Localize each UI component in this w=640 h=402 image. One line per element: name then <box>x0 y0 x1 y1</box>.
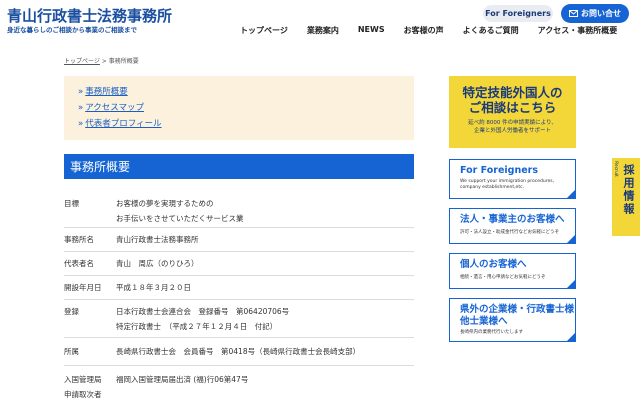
info-value: お客様の夢を実現するための お手伝いをさせていただくサービス業 <box>116 199 244 223</box>
submenu-item-access-map[interactable]: アクセスマップ <box>78 100 414 116</box>
contact-button-label: お問い合せ <box>581 9 621 18</box>
banner-title: 個人のお客様へ <box>460 259 527 270</box>
banner-line: 特定技能外国人の <box>462 85 563 100</box>
specified-skills-banner[interactable]: 特定技能外国人の ご相談はこちら 延べ約 8000 件の申請実績により、 企業と… <box>449 76 576 148</box>
banner-sub: company establishment,etc. <box>460 185 524 190</box>
corner-arrow-icon <box>567 235 575 243</box>
info-value: 長崎県行政書士会 会員番号 第0418号（長崎県行政書士会長崎支部） <box>116 347 361 356</box>
info-row-registration: 登録 日本行政書士会連合会 登録番号 第06420706号 特定行政書士 （平成２… <box>64 300 414 338</box>
info-row-immigration: 入国管理局 申請取次者 福岡入国管理局届出済 (福)行06第47号 <box>64 366 414 400</box>
site-logo-title[interactable]: 青山行政書士法務事務所 <box>7 5 172 26</box>
info-row-established: 開設年月日 平成１８年３月２０日 <box>64 276 414 300</box>
mail-icon <box>569 10 578 17</box>
office-info-table: 目標 お客様の夢を実現するための お手伝いをさせていただくサービス業 事務所名 青… <box>64 190 414 400</box>
site-tagline: 身近な暮らしのご相談から事業のご相談まで <box>7 26 137 34</box>
recruit-label: Recruit <box>613 161 618 177</box>
banner-sub: 相続・遺言・用心申請などお気軽にどうぞ <box>460 275 546 280</box>
info-label: 開設年月日 <box>64 283 102 292</box>
info-label: 登録 <box>64 307 79 316</box>
info-value: 青山 周広（のりひろ） <box>116 259 199 268</box>
info-label: 所属 <box>64 347 79 356</box>
breadcrumb: トップページ > 事務所概要 <box>64 56 139 65</box>
corner-arrow-icon <box>567 280 575 288</box>
contact-button[interactable]: お問い合せ <box>561 4 629 23</box>
breadcrumb-separator: > <box>99 58 109 65</box>
info-value: 福岡入国管理局届出済 (福)行06第47号 <box>116 375 249 384</box>
submenu-item-profile[interactable]: 代表者プロフィール <box>78 116 414 132</box>
banner-title: 他士業様へ <box>460 316 508 327</box>
banner-line: ご相談はこちら <box>468 100 557 115</box>
site-header: 青山行政書士法務事務所 身近な暮らしのご相談から事業のご相談まで For For… <box>0 0 640 44</box>
nav-item-news[interactable]: NEWS <box>358 25 385 37</box>
nav-item-services[interactable]: 業務案内 <box>307 25 339 37</box>
recruit-text: 採用情報 <box>622 164 635 216</box>
nav-item-top[interactable]: トップページ <box>240 25 288 37</box>
banner-sub: 延べ約 8000 件の申請実績により、 <box>468 120 557 126</box>
page-submenu: 事務所概要 アクセスマップ 代表者プロフィール <box>64 76 414 140</box>
banner-title: 県外の企業様・行政書士様 <box>460 304 575 315</box>
out-of-prefecture-banner[interactable]: 県外の企業様・行政書士様 他士業様へ 長崎県内の業務代行いたします <box>449 298 576 342</box>
info-label: 入国管理局 申請取次者 <box>64 375 102 399</box>
submenu-item-overview[interactable]: 事務所概要 <box>78 84 414 100</box>
breadcrumb-current: 事務所概要 <box>108 58 139 65</box>
for-foreigners-button[interactable]: For Foreigners <box>483 5 553 22</box>
breadcrumb-home[interactable]: トップページ <box>64 58 100 65</box>
sidebar: 特定技能外国人の ご相談はこちら 延べ約 8000 件の申請実績により、 企業と… <box>449 76 576 342</box>
main-nav: トップページ 業務案内 NEWS お客様の声 よくあるご質問 アクセス・事務所概… <box>240 25 636 37</box>
individual-clients-banner[interactable]: 個人のお客様へ 相続・遺言・用心申請などお気軽にどうぞ <box>449 253 576 289</box>
info-label: 目標 <box>64 199 79 208</box>
info-row-office-name: 事務所名 青山行政書士法務事務所 <box>64 228 414 252</box>
info-label: 事務所名 <box>64 235 94 244</box>
info-value: 青山行政書士法務事務所 <box>116 235 199 244</box>
corporate-clients-banner[interactable]: 法人・事業主のお客様へ 許可・法人設立・助成金代行などお気軽にどうぞ <box>449 208 576 244</box>
info-row-affiliation: 所属 長崎県行政書士会 会員番号 第0418号（長崎県行政書士会長崎支部） <box>64 338 414 366</box>
banner-sub: 許可・法人設立・助成金代行などお気軽にどうぞ <box>460 230 559 235</box>
info-row-representative: 代表者名 青山 周広（のりひろ） <box>64 252 414 276</box>
banner-title: 法人・事業主のお客様へ <box>460 214 565 225</box>
banner-title: For Foreigners <box>460 165 538 176</box>
banner-sub: 長崎県内の業務代行いたします <box>460 330 523 335</box>
info-label: 代表者名 <box>64 259 94 268</box>
recruit-tab[interactable]: Recruit 採用情報 <box>612 158 640 236</box>
info-row-goal: 目標 お客様の夢を実現するための お手伝いをさせていただくサービス業 <box>64 190 414 228</box>
nav-item-access[interactable]: アクセス・事務所概要 <box>538 25 618 37</box>
corner-arrow-icon <box>567 333 575 341</box>
section-title: 事務所概要 <box>64 154 414 179</box>
corner-arrow-icon <box>567 190 575 198</box>
nav-item-voices[interactable]: お客様の声 <box>404 25 444 37</box>
banner-sub: 企業と外国人労働者をサポート <box>473 128 551 134</box>
info-value: 平成１８年３月２０日 <box>116 283 191 292</box>
for-foreigners-banner[interactable]: For Foreigners We support your immigrati… <box>449 159 576 199</box>
nav-item-faq[interactable]: よくあるご質問 <box>463 25 519 37</box>
info-value: 日本行政書士会連合会 登録番号 第06420706号 特定行政書士 （平成２７年１… <box>116 307 290 331</box>
